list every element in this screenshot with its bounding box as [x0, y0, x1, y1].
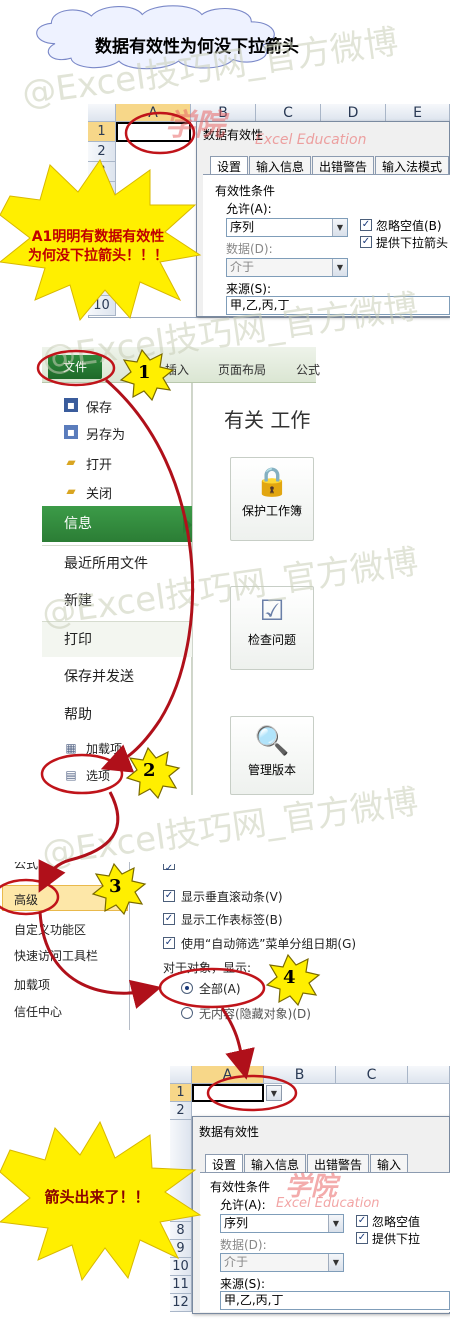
arrow-2-to-3 — [38, 791, 120, 893]
step-number-2: 2 — [143, 760, 156, 781]
highlight-ring-a1 — [124, 111, 196, 155]
arrow-3-to-4 — [38, 911, 162, 1009]
arrow-4-to-result — [220, 1007, 255, 1080]
step-number-3: 3 — [109, 876, 122, 897]
callout-line-1: A1明明有数据有效性 — [31, 229, 165, 245]
callout-text-1: A1明明有数据有效性 为何没下拉箭头！！！ — [8, 228, 188, 266]
annotation-overlay — [0, 111, 321, 1282]
highlight-ring-file — [36, 349, 116, 387]
highlight-ring-advanced — [0, 878, 60, 916]
highlight-ring-options — [40, 753, 124, 795]
arrow-1-to-2 — [100, 378, 194, 773]
callout-line-2: 为何没下拉箭头！！！ — [28, 248, 168, 264]
highlight-ring-arrow — [206, 1074, 298, 1112]
step-number-4: 4 — [283, 967, 296, 988]
highlight-ring-show-all — [158, 967, 266, 1009]
callout-text-2: 箭头出来了！！ — [44, 1188, 150, 1206]
step-number-1: 1 — [138, 362, 151, 383]
